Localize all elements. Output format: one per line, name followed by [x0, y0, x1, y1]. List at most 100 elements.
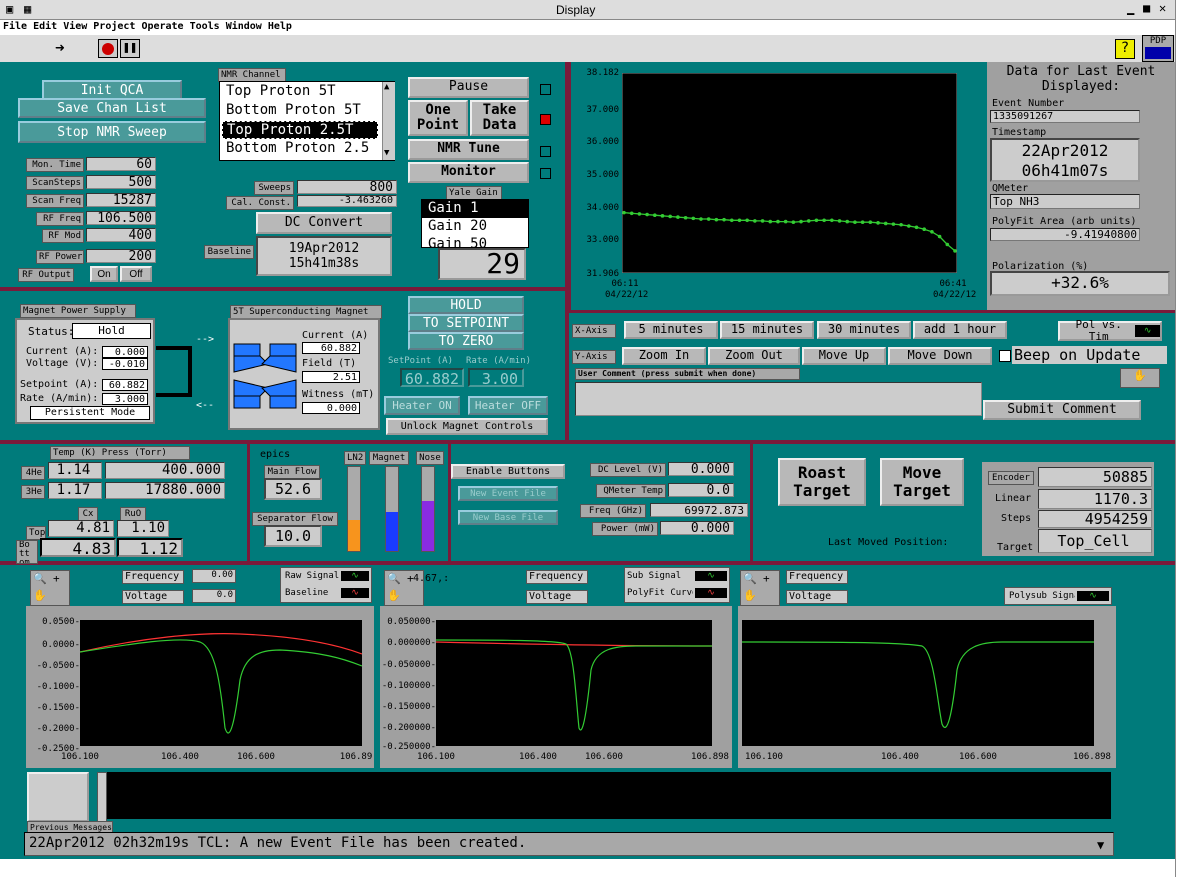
- close-icon[interactable]: ✕: [1159, 1, 1166, 15]
- one-point-button[interactable]: One Point: [408, 100, 468, 136]
- rf-power-field[interactable]: 200: [86, 249, 156, 263]
- nmr-channel-item[interactable]: Bottom Proton 5T: [226, 102, 361, 118]
- data-point: [837, 219, 842, 223]
- menu-tools[interactable]: Tools: [190, 21, 220, 32]
- menu-operate[interactable]: Operate: [141, 21, 183, 32]
- data-point: [853, 220, 857, 225]
- plot1-freq-format[interactable]: 0.00: [192, 569, 236, 583]
- rf-on-button[interactable]: On: [90, 266, 118, 282]
- beep-checkbox[interactable]: [999, 350, 1011, 362]
- record-icon[interactable]: [98, 39, 118, 58]
- zoom-tool-icon[interactable]: 🔍 + ✋: [30, 570, 70, 606]
- steps-field: 4954259: [1038, 510, 1152, 528]
- to-zero-button[interactable]: TO ZERO: [408, 332, 524, 350]
- dc-level-field: 0.000: [668, 462, 734, 476]
- hand-icon[interactable]: ✋: [1120, 368, 1160, 388]
- plot1-frequency-label: Frequency: [122, 570, 184, 584]
- ps-rate-field[interactable]: 3.000: [102, 393, 148, 405]
- nmr-tune-button[interactable]: NMR Tune: [408, 139, 529, 160]
- arrow-right-icon: -->: [196, 334, 215, 345]
- nmr-channel-item-selected[interactable]: Top Proton 2.5T: [222, 121, 378, 139]
- heater-off-button[interactable]: Heater OFF: [468, 396, 548, 415]
- encoder-label: Encoder: [988, 471, 1034, 485]
- scan-freq-label: Scan Freq: [26, 194, 84, 208]
- window-menu-icon[interactable]: ▣: [6, 2, 13, 16]
- previous-messages-button[interactable]: [27, 772, 89, 822]
- data-point: [629, 211, 634, 216]
- menu-project[interactable]: Project: [93, 21, 135, 32]
- data-point: [907, 224, 911, 228]
- monitor-button[interactable]: Monitor: [408, 162, 529, 183]
- nmr-channel-item[interactable]: Bottom Proton 2.5: [226, 140, 380, 156]
- submit-comment-button[interactable]: Submit Comment: [983, 400, 1141, 420]
- to-setpoint-button[interactable]: TO SETPOINT: [408, 314, 524, 332]
- save-chan-list-button[interactable]: Save Chan List: [18, 98, 206, 118]
- zoom-out-button[interactable]: Zoom Out: [708, 347, 800, 365]
- new-base-file-button[interactable]: New Base File: [458, 510, 558, 525]
- rate-input[interactable]: 3.00: [468, 368, 524, 388]
- menu-view[interactable]: View: [63, 21, 87, 32]
- plot1-volt-format[interactable]: 0.0: [192, 589, 236, 603]
- data-point: [645, 212, 649, 217]
- p3-x-tick: 106.600: [959, 752, 997, 762]
- persistent-mode-field: Persistent Mode: [30, 406, 150, 420]
- rf-mod-field[interactable]: 400: [86, 228, 156, 242]
- data-point: [945, 242, 950, 247]
- gain-item-selected[interactable]: Gain 1: [422, 200, 528, 218]
- ln2-level-bar: [347, 466, 361, 552]
- zoom-in-button[interactable]: Zoom In: [622, 347, 706, 365]
- hold-button[interactable]: HOLD: [408, 296, 524, 314]
- dropdown-arrow-icon[interactable]: ▼: [1097, 835, 1104, 855]
- help-icon[interactable]: ?: [1115, 39, 1135, 59]
- rf-freq-field[interactable]: 106.500: [86, 211, 156, 225]
- minimize-icon[interactable]: ▁: [1127, 1, 1134, 15]
- yale-gain-list[interactable]: Gain 1 Gain 20 Gain 50: [421, 199, 529, 248]
- pause-button[interactable]: Pause: [408, 77, 529, 98]
- cal-const-field[interactable]: -3.463260: [297, 195, 397, 207]
- user-comment-input[interactable]: [575, 382, 982, 416]
- five-minutes-button[interactable]: 5 minutes: [624, 321, 718, 339]
- target-label: Target: [997, 542, 1034, 553]
- mon-time-field[interactable]: 60: [86, 157, 156, 171]
- gain-item[interactable]: Gain 20: [422, 218, 528, 236]
- message-scrollbar[interactable]: [97, 772, 107, 822]
- init-qca-button[interactable]: Init QCA: [42, 80, 182, 100]
- scroll-up-icon[interactable]: ▲: [384, 82, 389, 92]
- data-point: [729, 218, 734, 223]
- nmr-channel-item[interactable]: Top Proton 5T: [226, 83, 336, 99]
- new-event-file-button[interactable]: New Event File: [458, 486, 558, 501]
- menu-file[interactable]: File: [3, 21, 27, 32]
- menu-window[interactable]: Window: [226, 21, 262, 32]
- maximize-icon[interactable]: ■: [1143, 1, 1150, 15]
- move-up-button[interactable]: Move Up: [802, 347, 886, 365]
- dc-convert-button[interactable]: DC Convert: [256, 212, 392, 234]
- scroll-down-icon[interactable]: ▼: [384, 148, 389, 158]
- sweeps-field[interactable]: 800: [297, 180, 397, 194]
- take-data-button[interactable]: Take Data: [470, 100, 529, 136]
- heater-on-button[interactable]: Heater ON: [384, 396, 460, 415]
- move-down-button[interactable]: Move Down: [888, 347, 992, 365]
- pause-icon[interactable]: ❚❚: [120, 39, 140, 58]
- enable-buttons-button[interactable]: Enable Buttons: [451, 464, 565, 479]
- run-arrow-icon[interactable]: ➜: [55, 38, 65, 57]
- p1-x-tick: 106.400: [161, 752, 199, 762]
- fifteen-minutes-button[interactable]: 15 minutes: [720, 321, 814, 339]
- stop-nmr-sweep-button[interactable]: Stop NMR Sweep: [18, 121, 206, 143]
- gain-item[interactable]: Gain 50: [422, 236, 528, 247]
- beep-on-update-label: Beep on Update: [1012, 346, 1167, 364]
- move-target-button[interactable]: Move Target: [880, 458, 964, 506]
- setpoint-input[interactable]: 60.882: [400, 368, 464, 388]
- thirty-minutes-button[interactable]: 30 minutes: [817, 321, 911, 339]
- rf-off-button[interactable]: Off: [120, 266, 152, 282]
- scan-freq-field[interactable]: 15287: [86, 193, 156, 207]
- pol-vs-time-button[interactable]: Pol vs. Tim ∿: [1058, 318, 1162, 343]
- unlock-magnet-button[interactable]: Unlock Magnet Controls: [386, 418, 548, 435]
- nmr-channel-list[interactable]: ▲ ▼ Top Proton 5T Bottom Proton 5T Top P…: [219, 81, 395, 161]
- roast-target-button[interactable]: Roast Target: [778, 458, 866, 506]
- ps-setpoint-field[interactable]: 60.882: [102, 379, 148, 391]
- zoom-tool-icon[interactable]: 🔍 + ✋: [740, 570, 780, 606]
- menu-edit[interactable]: Edit: [33, 21, 57, 32]
- add-one-hour-button[interactable]: add 1 hour: [913, 321, 1007, 339]
- menu-help[interactable]: Help: [268, 21, 292, 32]
- scansteps-field[interactable]: 500: [86, 175, 156, 189]
